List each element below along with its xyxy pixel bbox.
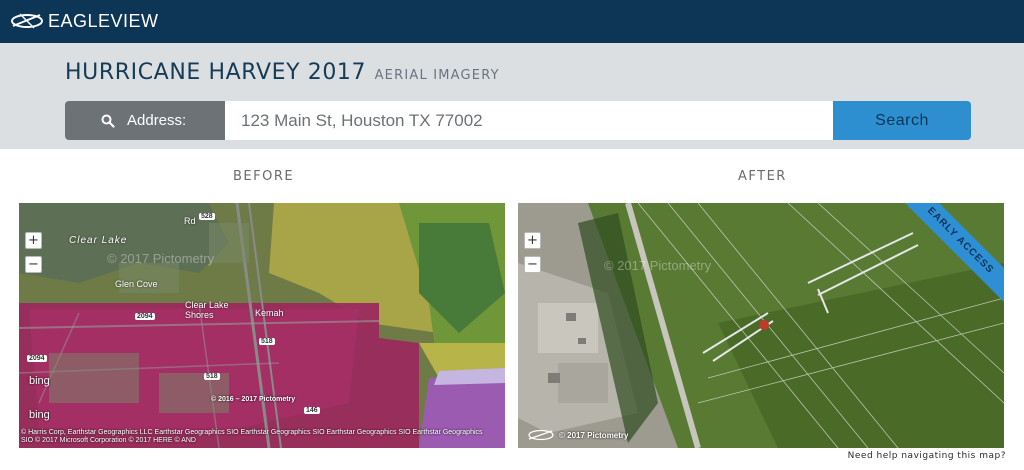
address-label-text: Address: (127, 112, 187, 129)
place-label-clear-lake: Clear Lake (69, 235, 128, 246)
early-access-ribbon: EARLY ACCESS (894, 203, 1004, 313)
place-label-clear-lake-shores: Clear Lake Shores (185, 300, 229, 320)
place-label-kemah: Kemah (255, 308, 284, 318)
page-subtitle: AERIAL IMAGERY (374, 68, 500, 83)
after-map[interactable]: © 2017 Pictometry EARLY ACCESS © 2017 Pi… (518, 203, 1004, 448)
page-title-main: HURRICANE HARVEY 2017 (65, 60, 367, 85)
road-sign-528: 528 (199, 213, 215, 220)
after-zoom-in-button[interactable]: + (524, 232, 541, 249)
search-icon (101, 114, 115, 128)
after-zoom-out-button[interactable]: − (524, 256, 541, 273)
road-sign-518-b: 518 (204, 373, 220, 380)
early-access-ribbon-label: EARLY ACCESS (894, 203, 1004, 307)
pictometry-logo-icon (528, 429, 554, 441)
road-sign-146: 146 (304, 407, 320, 414)
search-button[interactable]: Search (833, 101, 971, 140)
logo-text: EAGLEVIEW (48, 10, 159, 31)
top-nav-bar: EAGLEVIEW (0, 0, 1024, 43)
eagleview-logo[interactable]: EAGLEVIEW (10, 9, 159, 33)
eagleview-swoosh-icon (11, 13, 43, 29)
place-label-glen-cove: Glen Cove (115, 279, 158, 289)
road-sign-518-a: 518 (259, 338, 275, 345)
bing-logo-2: bing (29, 409, 50, 421)
address-label: Address: (65, 101, 225, 140)
after-copyright: © 2017 Pictometry (526, 428, 628, 442)
before-heading: BEFORE (233, 169, 295, 184)
address-input[interactable] (225, 101, 834, 140)
map-attribution: © Harris Corp, Earthstar Geographics LLC… (21, 429, 483, 444)
road-sign-2094-b: 2094 (27, 355, 47, 362)
street-label-rd: Rd (184, 216, 196, 226)
after-heading: AFTER (738, 169, 787, 184)
before-watermark: © 2017 Pictometry (107, 251, 215, 266)
after-watermark: © 2017 Pictometry (604, 258, 712, 273)
before-copyright: © 2016 – 2017 Pictometry (211, 396, 296, 403)
before-zoom-out-button[interactable]: − (25, 256, 42, 273)
road-sign-2094: 2094 (135, 313, 155, 320)
page-title: HURRICANE HARVEY 2017 AERIAL IMAGERY (65, 60, 500, 85)
bing-logo-1: bing (29, 375, 50, 387)
help-navigation-link[interactable]: Need help navigating this map? (848, 451, 1006, 461)
before-map[interactable]: © 2017 Pictometry Clear Lake Glen Cove C… (19, 203, 505, 448)
before-zoom-in-button[interactable]: + (25, 232, 42, 249)
after-copyright-text: © 2017 Pictometry (559, 430, 629, 440)
